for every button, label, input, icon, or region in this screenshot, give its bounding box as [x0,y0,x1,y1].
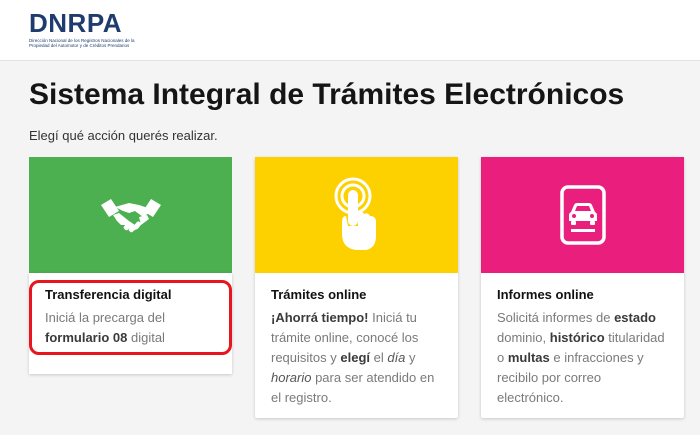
card-body[interactable]: Transferencia digital Iniciá la precarga… [29,273,232,374]
card-title: Informes online [497,287,594,302]
card-informes-online[interactable]: Informes online Solicitá informes de est… [481,157,684,418]
card-body[interactable]: Informes online Solicitá informes de est… [481,273,684,420]
dnrpa-logo[interactable]: DNRPA Dirección Nacional de los Registro… [29,8,149,48]
logo-text: DNRPA [29,8,123,38]
card-body[interactable]: Trámites online ¡Ahorrá tiempo! Iniciá t… [255,273,458,420]
page-title: Sistema Integral de Trámites Electrónico… [29,78,625,111]
card-description: ¡Ahorrá tiempo! Iniciá tu trámite online… [271,310,435,405]
top-header: DNRPA Dirección Nacional de los Registro… [0,0,700,61]
card-title: Trámites online [271,287,367,302]
touch-finger-icon [334,177,376,250]
card-description: Solicitá informes de estado dominio, his… [497,310,665,405]
car-document-icon [559,185,606,245]
card-title: Transferencia digital [45,287,172,302]
card-tramites-online[interactable]: Trámites online ¡Ahorrá tiempo! Iniciá t… [255,157,458,418]
card-header-pink[interactable] [481,157,684,273]
handshake-icon [100,199,161,233]
page-subtitle: Elegí qué acción querés realizar. [29,128,218,143]
card-header-yellow[interactable] [255,157,458,273]
card-header-green[interactable] [29,157,232,273]
card-description: Iniciá la precarga del formulario 08 dig… [45,310,165,345]
card-transferencia-digital[interactable]: Transferencia digital Iniciá la precarga… [29,157,232,377]
logo-subtitle: Dirección Nacional de los Registros Naci… [29,38,135,48]
